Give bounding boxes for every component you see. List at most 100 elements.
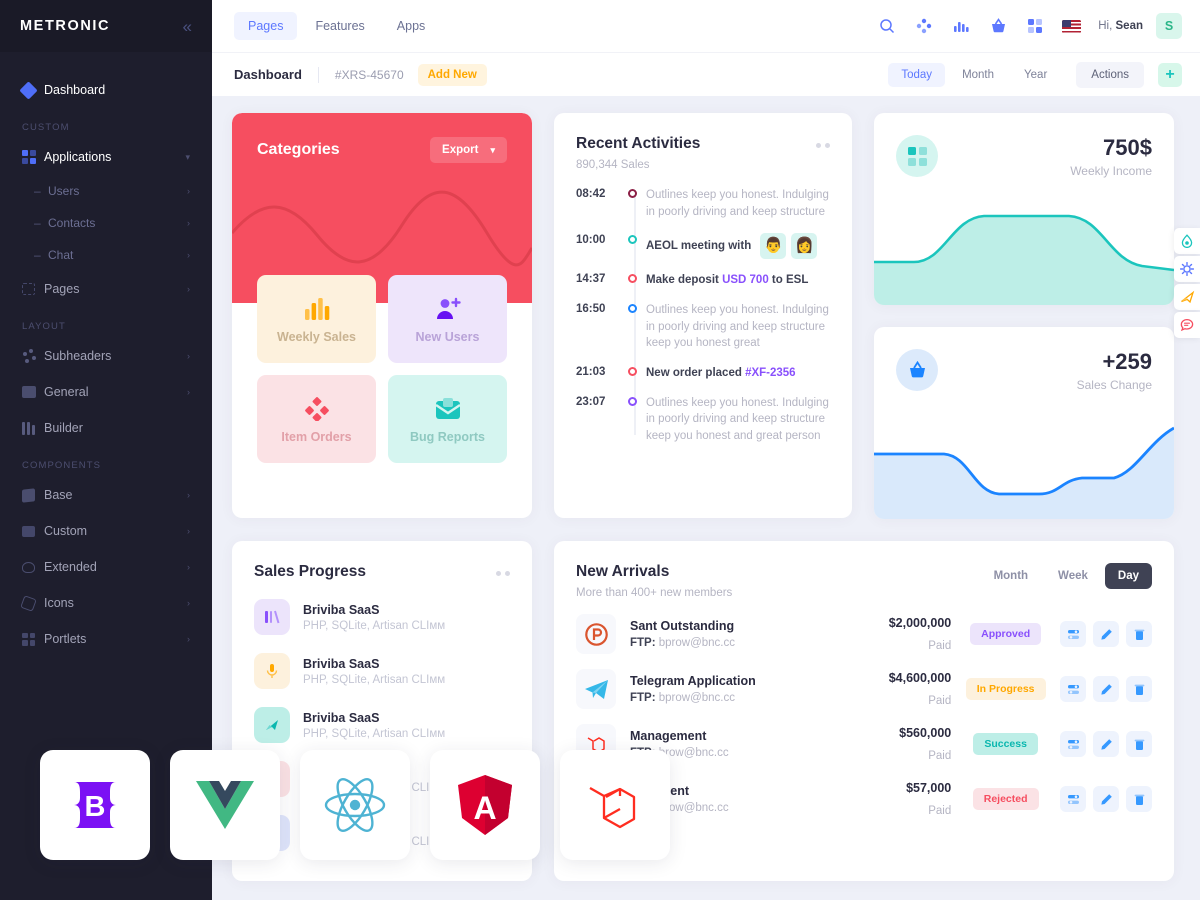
sidebar-item-contacts[interactable]: – Contacts ›: [0, 207, 212, 239]
chevron-right-icon: ›: [187, 490, 190, 500]
row-price: $57,000: [906, 781, 952, 795]
edit-pencil-icon[interactable]: [1093, 786, 1119, 812]
status-badge: In Progress: [965, 678, 1046, 700]
sidebar-item-general[interactable]: General ›: [0, 374, 212, 410]
settings-toggle-icon[interactable]: [1060, 731, 1086, 757]
delete-trash-icon[interactable]: [1126, 786, 1152, 812]
pen-icon: [20, 594, 44, 612]
tab-week[interactable]: Week: [1045, 563, 1101, 589]
tile-new-users[interactable]: New Users: [388, 275, 507, 363]
svg-text:A: A: [473, 790, 496, 826]
timeline-highlight[interactable]: #XF-2356: [745, 367, 796, 379]
avatar: 👩: [791, 233, 818, 260]
stat-cards-column: 750$ Weekly Income +259 Sales Change: [874, 113, 1174, 519]
sidebar-item-portlets[interactable]: Portlets ›: [0, 621, 212, 657]
bootstrap-icon[interactable]: B: [40, 750, 150, 860]
export-button[interactable]: Export ▾: [430, 137, 507, 163]
edit-pencil-icon[interactable]: [1093, 676, 1119, 702]
angular-icon[interactable]: A: [430, 750, 540, 860]
dots-icon[interactable]: [816, 143, 830, 148]
list-item[interactable]: Briviba SaaS PHP, SQLite, Artisan CLIмм: [254, 653, 510, 689]
table-row[interactable]: Sant Outstanding FTP: bprow@bnc.cc $2,00…: [576, 614, 1152, 654]
bar-chart-icon[interactable]: [951, 16, 971, 36]
row-actions: [1060, 676, 1152, 702]
sidebar-item-chat[interactable]: – Chat ›: [0, 239, 212, 271]
avatar[interactable]: S: [1156, 13, 1182, 39]
mic-icon: [254, 653, 290, 689]
sidebar-item-base[interactable]: Base ›: [0, 477, 212, 513]
weekly-income-chart: [874, 214, 1174, 305]
sidebar-item-custom[interactable]: Custom ›: [0, 513, 212, 549]
row-price: $2,000,000: [888, 616, 952, 630]
add-new-badge[interactable]: Add New: [417, 63, 487, 86]
row-name: Sant Outstanding: [630, 619, 735, 633]
sidebar-item-label: Subheaders: [44, 349, 112, 363]
basket-icon[interactable]: [988, 16, 1008, 36]
timeline-highlight[interactable]: USD 700: [722, 274, 769, 286]
mail-value: bprow@bnc.cc: [658, 637, 735, 649]
table-row[interactable]: Telegram Application FTP: bprow@bnc.cc $…: [576, 669, 1152, 709]
row-paid: Paid: [928, 640, 952, 652]
timeline-dot: [627, 189, 637, 198]
ftp-label: FTP:: [630, 637, 656, 649]
actions-button[interactable]: Actions: [1076, 61, 1144, 88]
sidebar-item-icons[interactable]: Icons ›: [0, 585, 212, 621]
timeline-text-after: to ESL: [768, 274, 809, 287]
timeline-time: 14:37: [576, 273, 606, 286]
vue-icon[interactable]: [170, 750, 280, 860]
droplet-icon[interactable]: [1174, 228, 1200, 254]
timeline-dot-wrap: [618, 233, 646, 259]
timeline-text: Make deposit USD 700 to ESL: [646, 272, 830, 289]
tile-item-orders[interactable]: Item Orders: [257, 375, 376, 463]
sidebar-item-label: Pages: [44, 282, 80, 296]
tab-day[interactable]: Day: [1104, 563, 1152, 589]
sidebar-item-builder[interactable]: Builder: [0, 410, 212, 446]
search-icon[interactable]: [877, 16, 897, 36]
us-flag-icon[interactable]: [1062, 19, 1082, 33]
sidebar-item-extended[interactable]: Extended ›: [0, 549, 212, 585]
list-item[interactable]: Briviba SaaS PHP, SQLite, Artisan CLIмм: [254, 599, 510, 635]
tab-apps[interactable]: Apps: [383, 12, 440, 40]
grid-icon[interactable]: [1025, 16, 1045, 36]
timeline-item: 08:42 Outlines keep you honest. Indulgin…: [576, 187, 830, 220]
delete-trash-icon[interactable]: [1126, 621, 1152, 647]
tile-weekly-sales[interactable]: Weekly Sales: [257, 275, 376, 363]
tab-pages[interactable]: Pages: [234, 12, 298, 40]
chevron-right-icon: ›: [187, 562, 190, 572]
dots-icon[interactable]: [496, 571, 510, 576]
settings-toggle-icon[interactable]: [1060, 786, 1086, 812]
sidebar-item-applications[interactable]: Applications ▾: [0, 139, 212, 175]
settings-toggle-icon[interactable]: [1060, 676, 1086, 702]
sidebar-item-pages[interactable]: Pages ›: [0, 271, 212, 307]
timeline-dot-wrap: [618, 365, 646, 382]
settings-toggle-icon[interactable]: [1060, 621, 1086, 647]
edit-pencil-icon[interactable]: [1093, 731, 1119, 757]
delete-trash-icon[interactable]: [1126, 731, 1152, 757]
send-icon[interactable]: [1174, 284, 1200, 310]
timeline-time: 21:03: [576, 366, 606, 379]
sidebar-item-users[interactable]: – Users ›: [0, 175, 212, 207]
sidebar-item-subheaders[interactable]: Subheaders ›: [0, 338, 212, 374]
tab-month[interactable]: Month: [981, 563, 1041, 589]
sidebar-item-dashboard[interactable]: Dashboard: [0, 72, 212, 108]
subheader-actions: Today Month Year Actions +: [888, 61, 1182, 88]
bracket-icon: [22, 280, 44, 298]
list-item[interactable]: Briviba SaaS PHP, SQLite, Artisan CLIмм: [254, 707, 510, 743]
tile-bug-reports[interactable]: Bug Reports: [388, 375, 507, 463]
laravel-icon[interactable]: [560, 750, 670, 860]
categories-title: Categories: [257, 141, 340, 158]
react-icon[interactable]: [300, 750, 410, 860]
chevron-double-left-icon[interactable]: «: [183, 18, 192, 35]
scatter-icon[interactable]: [914, 16, 934, 36]
edit-pencil-icon[interactable]: [1093, 621, 1119, 647]
mail-check-icon: [434, 395, 462, 421]
tab-features[interactable]: Features: [301, 12, 378, 40]
chat-icon[interactable]: [1174, 312, 1200, 338]
range-year[interactable]: Year: [1011, 63, 1060, 87]
plus-icon[interactable]: +: [1158, 62, 1182, 87]
delete-trash-icon[interactable]: [1126, 676, 1152, 702]
list-item-desc: PHP, SQLite, Artisan CLIмм: [303, 619, 446, 632]
range-today[interactable]: Today: [888, 62, 946, 87]
gear-icon[interactable]: [1174, 256, 1200, 282]
range-month[interactable]: Month: [949, 63, 1007, 87]
